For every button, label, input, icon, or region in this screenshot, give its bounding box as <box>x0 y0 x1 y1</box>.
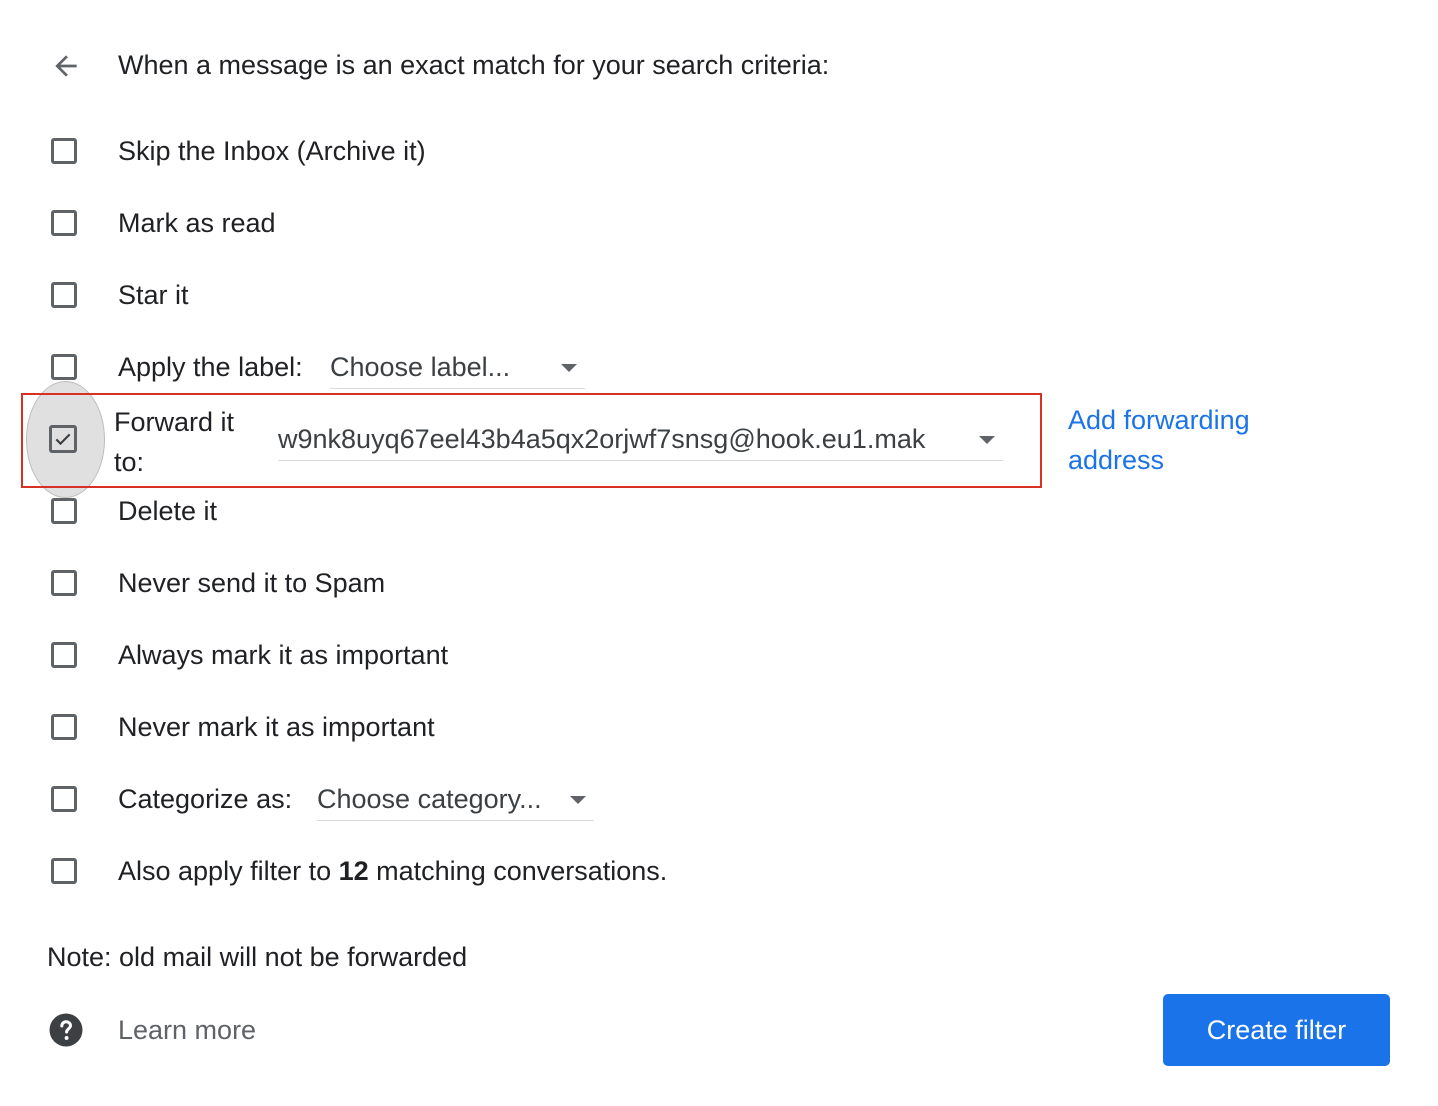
category-select[interactable]: Choose category... <box>317 782 594 821</box>
categorize-label: Categorize as: <box>118 784 293 814</box>
mark-read-label: Mark as read <box>118 208 276 238</box>
arrow-left-icon <box>55 55 77 77</box>
action-row-never-important: Never mark it as important <box>0 698 1100 758</box>
back-button[interactable] <box>44 44 88 88</box>
action-row-never-spam: Never send it to Spam <box>0 554 1100 614</box>
also-apply-checkbox[interactable] <box>51 858 77 884</box>
skip-inbox-checkbox[interactable] <box>51 138 77 164</box>
delete-label: Delete it <box>118 496 218 526</box>
action-row-categorize: Categorize as: Choose category... <box>0 770 1100 830</box>
also-apply-label: Also apply filter to 12 matching convers… <box>118 854 667 888</box>
dropdown-caret-icon <box>561 364 577 372</box>
never-important-checkbox[interactable] <box>51 714 77 740</box>
learn-more-link[interactable]: Learn more <box>118 1012 256 1048</box>
always-important-label: Always mark it as important <box>118 640 449 670</box>
never-spam-label: Never send it to Spam <box>118 568 386 598</box>
label-select-value: Choose label... <box>330 352 511 382</box>
delete-checkbox[interactable] <box>51 498 77 524</box>
dropdown-caret-icon <box>570 796 586 804</box>
action-row-star: Star it <box>0 266 1100 326</box>
matching-count: 12 <box>338 856 369 886</box>
panel-header: When a message is an exact match for you… <box>0 30 1200 98</box>
help-circle-icon[interactable] <box>48 1012 84 1048</box>
apply-label-checkbox[interactable] <box>51 354 77 380</box>
mark-read-checkbox[interactable] <box>51 210 77 236</box>
also-apply-suffix: matching conversations. <box>368 856 668 886</box>
filter-actions-panel: When a message is an exact match for you… <box>0 0 1438 1106</box>
action-row-delete: Delete it <box>0 482 1100 542</box>
apply-label-label: Apply the label: <box>118 352 303 382</box>
category-select-value: Choose category... <box>317 784 542 814</box>
always-important-checkbox[interactable] <box>51 642 77 668</box>
also-apply-prefix: Also apply filter to <box>118 856 339 886</box>
forwarding-note: Note: old mail will not be forwarded <box>47 942 468 972</box>
action-row-also-apply: Also apply filter to 12 matching convers… <box>0 842 1100 902</box>
skip-inbox-label: Skip the Inbox (Archive it) <box>118 136 426 166</box>
never-spam-checkbox[interactable] <box>51 570 77 596</box>
action-row-skip-inbox: Skip the Inbox (Archive it) <box>0 122 1100 182</box>
categorize-checkbox[interactable] <box>51 786 77 812</box>
never-important-label: Never mark it as important <box>118 712 435 742</box>
highlight-annotation-box <box>21 393 1042 488</box>
action-row-always-important: Always mark it as important <box>0 626 1100 686</box>
action-row-mark-read: Mark as read <box>0 194 1100 254</box>
panel-title: When a message is an exact match for you… <box>118 50 830 80</box>
add-forwarding-address-link[interactable]: Add forwarding address <box>1068 400 1328 480</box>
create-filter-button[interactable]: Create filter <box>1163 994 1390 1066</box>
label-select[interactable]: Choose label... <box>330 350 585 389</box>
star-label: Star it <box>118 280 189 310</box>
star-checkbox[interactable] <box>51 282 77 308</box>
action-row-apply-label: Apply the label: Choose label... <box>0 338 1100 398</box>
